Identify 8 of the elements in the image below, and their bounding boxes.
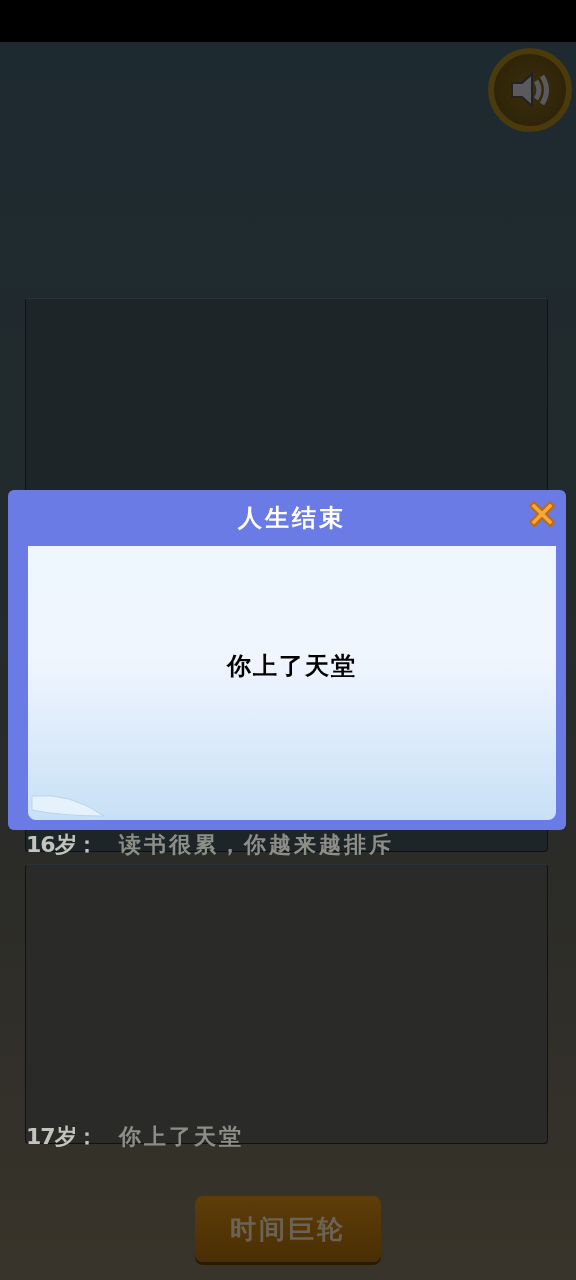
age-label: 17岁：	[26, 1123, 97, 1151]
dialog-title: 人生结束	[238, 503, 346, 534]
age-label: 16岁：	[26, 831, 97, 859]
event-text: 读书很累，你越来越排斥	[118, 831, 394, 859]
dialog-message: 你上了天堂	[227, 651, 357, 680]
event-text: 你上了天堂	[118, 1123, 244, 1151]
page-curl-icon	[30, 792, 106, 818]
time-wheel-button[interactable]: 时间巨轮	[195, 1196, 381, 1262]
